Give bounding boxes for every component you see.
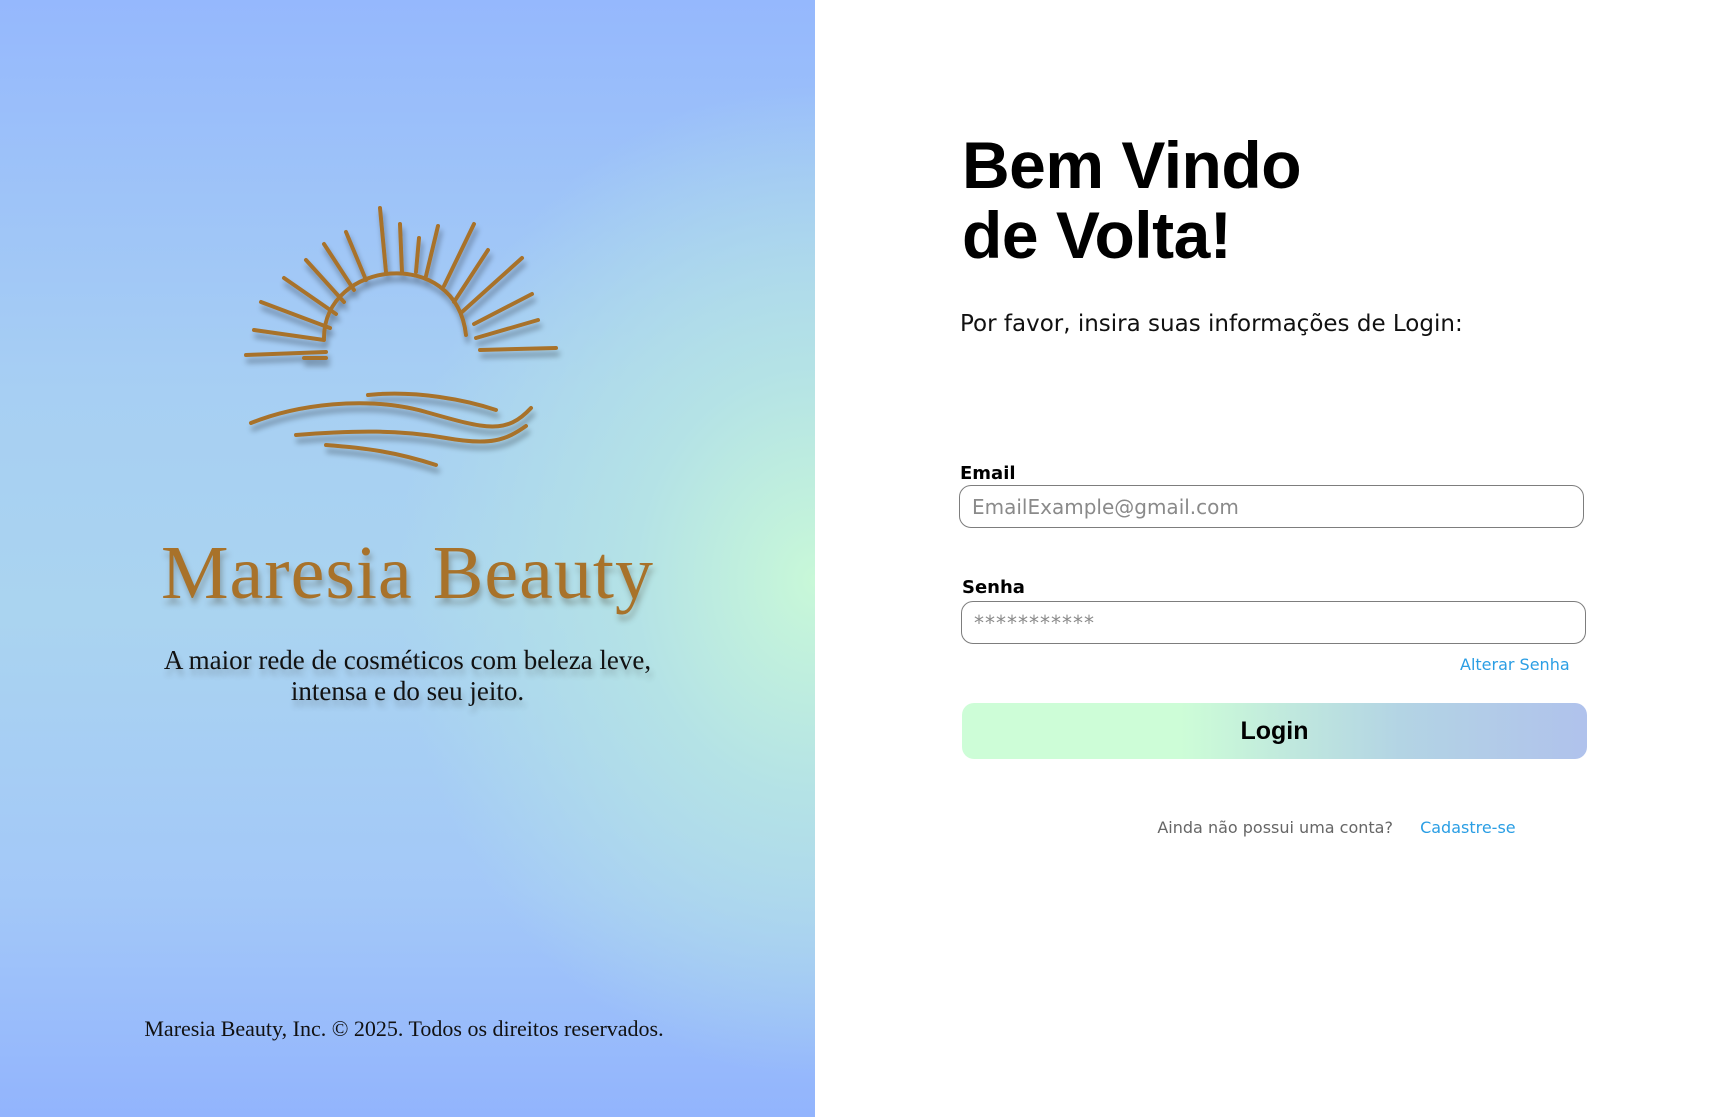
login-button[interactable]: Login bbox=[962, 703, 1587, 759]
login-instructions: Por favor, insira suas informações de Lo… bbox=[960, 311, 1463, 337]
email-label: Email bbox=[960, 463, 1016, 484]
signup-prompt: Ainda não possui uma conta? bbox=[1157, 818, 1393, 837]
login-page: Maresia Beauty A maior rede de cosmético… bbox=[0, 0, 1728, 1117]
signup-row: Ainda não possui uma conta? Cadastre-se bbox=[815, 818, 1728, 837]
tagline-line: intensa e do seu jeito. bbox=[290, 676, 525, 706]
page-title: Bem Vindo de Volta! bbox=[962, 128, 1302, 272]
brand-name: Maresia Beauty bbox=[160, 531, 655, 615]
login-form-panel: Bem Vindo de Volta! Por favor, insira su… bbox=[815, 0, 1728, 1117]
change-password-link[interactable]: Alterar Senha bbox=[1460, 655, 1570, 674]
password-field[interactable] bbox=[961, 601, 1586, 644]
copyright-notice: Maresia Beauty, Inc. © 2025. Todos os di… bbox=[144, 1016, 664, 1041]
email-field[interactable] bbox=[959, 485, 1584, 528]
tagline-line: A maior rede de cosméticos com beleza le… bbox=[163, 645, 652, 675]
brand-panel: Maresia Beauty A maior rede de cosmético… bbox=[0, 0, 815, 1117]
title-line: Bem Vindo bbox=[962, 128, 1302, 202]
title-line: de Volta! bbox=[962, 198, 1232, 272]
signup-link[interactable]: Cadastre-se bbox=[1420, 818, 1516, 837]
sun-over-waves-icon bbox=[244, 206, 558, 467]
brand-tagline: A maior rede de cosméticos com beleza le… bbox=[100, 645, 715, 707]
brand-logo bbox=[226, 190, 586, 470]
password-label: Senha bbox=[962, 577, 1025, 598]
